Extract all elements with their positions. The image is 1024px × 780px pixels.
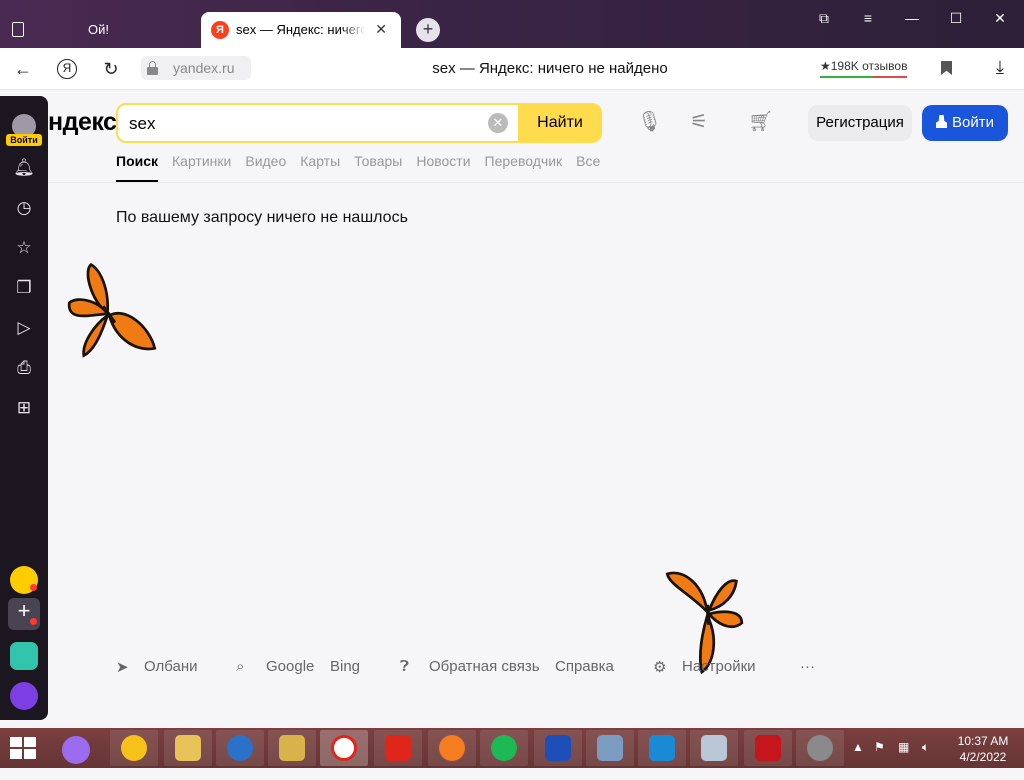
search-tabs: Поиск Картинки Видео Карты Товары Новост… bbox=[116, 153, 600, 183]
tab-maps[interactable]: Карты bbox=[300, 153, 340, 183]
search-input[interactable]: sex ✕ Найти bbox=[116, 103, 602, 143]
taskbar-app[interactable] bbox=[110, 730, 158, 766]
location-link[interactable]: Олбани bbox=[144, 658, 198, 675]
menu-icon[interactable]: ≡ bbox=[856, 6, 880, 30]
taskbar-filezilla[interactable] bbox=[744, 730, 792, 766]
page-title: sex — Яндекс: ничего не найдено bbox=[432, 60, 668, 77]
bookmark-icon[interactable] bbox=[941, 61, 952, 75]
clock-date: 4/2/2022 bbox=[959, 750, 1007, 764]
reload-button[interactable]: ↻ bbox=[98, 56, 124, 82]
tray-flag-icon[interactable]: ⚑ bbox=[874, 740, 885, 780]
url-field[interactable]: yandex.ru bbox=[141, 56, 251, 80]
alice-taskbar-icon[interactable] bbox=[62, 736, 90, 764]
taskbar-spotify[interactable] bbox=[480, 730, 528, 766]
taskbar-file-explorer[interactable] bbox=[164, 730, 212, 766]
tab-translator[interactable]: Переводчик bbox=[485, 153, 563, 183]
settings-link[interactable]: Настройки bbox=[682, 658, 756, 675]
feedback-link[interactable]: Обратная связь bbox=[429, 658, 540, 675]
address-bar: ← Я ↻ yandex.ru sex — Яндекс: ничего не … bbox=[0, 48, 1024, 90]
back-button[interactable]: ← bbox=[10, 56, 36, 82]
clear-icon[interactable]: ✕ bbox=[488, 113, 508, 133]
user-icon bbox=[936, 115, 947, 128]
taskbar-malwarebytes[interactable] bbox=[534, 730, 582, 766]
mail-app-icon[interactable] bbox=[10, 566, 38, 594]
help-link[interactable]: Справка bbox=[555, 658, 614, 675]
taskbar-firefox[interactable] bbox=[428, 730, 476, 766]
close-window-button[interactable]: ✕ bbox=[988, 6, 1012, 30]
taskbar-clock[interactable]: 10:37 AM 4/2/2022 bbox=[950, 733, 1016, 765]
tab-search[interactable]: Поиск bbox=[116, 153, 159, 182]
more-link[interactable]: ··· bbox=[800, 658, 815, 675]
butterfly-image bbox=[67, 262, 157, 358]
tab-title: sex — Яндекс: ничего не найдено bbox=[236, 22, 366, 37]
tab-yandex-search[interactable]: Я sex — Яндекс: ничего не найдено ✕ bbox=[201, 12, 401, 48]
browser-sidebar: Войти 🔔︎ ◷ ☆ ❐ ▷ ⎙ ⊞ + bbox=[0, 96, 48, 720]
taskbar-network-app[interactable] bbox=[586, 730, 634, 766]
tab-oops[interactable]: Ой! bbox=[0, 12, 200, 48]
tray-chevron-icon[interactable]: ▲ bbox=[852, 740, 864, 780]
collections-icon[interactable]: ❐ bbox=[12, 276, 36, 300]
lock-icon bbox=[147, 61, 158, 75]
alice-app-icon[interactable] bbox=[10, 682, 38, 710]
microphone-icon[interactable]: 🎙︎ bbox=[637, 110, 662, 134]
add-app-button[interactable]: + bbox=[8, 598, 40, 630]
divider bbox=[48, 182, 1024, 183]
yandex-logo[interactable]: ндекс bbox=[48, 108, 117, 137]
tab-products[interactable]: Товары bbox=[354, 153, 402, 183]
yandex-home-button[interactable]: Я bbox=[54, 56, 80, 82]
location-arrow-icon: ➤ bbox=[116, 659, 129, 676]
taskbar-yandex-browser[interactable] bbox=[320, 730, 368, 766]
yandex-favicon-icon: Я bbox=[211, 21, 229, 39]
register-button[interactable]: Регистрация bbox=[808, 105, 912, 141]
tab-title: Ой! bbox=[88, 22, 109, 37]
filters-icon[interactable]: ⚟ bbox=[687, 110, 711, 134]
windows-taskbar: ▲ ⚑ ▦ 🔈︎ 10:37 AM 4/2/2022 bbox=[0, 728, 1024, 768]
find-button[interactable]: Найти bbox=[518, 103, 602, 143]
download-icon[interactable]: ⤓ bbox=[990, 57, 1010, 77]
start-button[interactable] bbox=[10, 737, 36, 759]
maximize-button[interactable]: ☐ bbox=[944, 6, 968, 30]
messenger-app-icon[interactable] bbox=[10, 642, 38, 670]
bell-icon[interactable]: 🔔︎ bbox=[12, 156, 36, 180]
minimize-button[interactable]: — bbox=[900, 6, 924, 30]
yandex-circle-icon: Я bbox=[57, 59, 77, 79]
search-query: sex bbox=[129, 114, 156, 133]
clock-time: 10:37 AM bbox=[957, 734, 1009, 748]
star-icon[interactable]: ☆ bbox=[12, 236, 36, 260]
login-button[interactable]: Войти bbox=[922, 105, 1008, 141]
search-icon: ⌕ bbox=[236, 658, 245, 675]
tab-all[interactable]: Все bbox=[576, 153, 600, 183]
cart-icon[interactable]: 🛒︎ bbox=[748, 110, 773, 134]
taskbar-monitor-app[interactable] bbox=[690, 730, 738, 766]
tray-network-icon[interactable]: ▦ bbox=[898, 740, 909, 780]
reviews-link[interactable]: ★198K отзывов bbox=[820, 59, 908, 78]
taskbar-megaphone[interactable] bbox=[268, 730, 316, 766]
close-tab-icon[interactable]: ✕ bbox=[375, 21, 387, 38]
gear-icon: ⚙ bbox=[653, 659, 667, 676]
history-icon[interactable]: ◷ bbox=[12, 196, 36, 220]
apps-grid-icon[interactable]: ⊞ bbox=[12, 396, 36, 420]
tab-video[interactable]: Видео bbox=[245, 153, 286, 183]
no-results-message: По вашему запросу ничего не нашлось bbox=[116, 209, 408, 226]
tab-news[interactable]: Новости bbox=[416, 153, 470, 183]
page-icon bbox=[12, 22, 24, 37]
tab-images[interactable]: Картинки bbox=[172, 153, 231, 183]
collections-icon[interactable]: ⧉ bbox=[812, 6, 836, 30]
login-badge[interactable]: Войти bbox=[6, 134, 42, 146]
taskbar-thunderbird[interactable] bbox=[216, 730, 264, 766]
play-icon[interactable]: ▷ bbox=[12, 316, 36, 340]
taskbar-app-gray[interactable] bbox=[796, 730, 844, 766]
google-link[interactable]: Google bbox=[266, 658, 314, 675]
taskbar-yandex[interactable] bbox=[374, 730, 422, 766]
new-tab-button[interactable]: + bbox=[416, 18, 440, 42]
help-circle-icon: ❓︎ bbox=[400, 658, 410, 675]
tray-volume-icon[interactable]: 🔈︎ bbox=[922, 740, 929, 780]
screenshot-icon[interactable]: ⎙ bbox=[12, 356, 36, 380]
taskbar-vscode[interactable] bbox=[638, 730, 686, 766]
browser-titlebar: Ой! Я sex — Яндекс: ничего не найдено ✕ … bbox=[0, 0, 1024, 48]
bing-link[interactable]: Bing bbox=[330, 658, 360, 675]
url-text: yandex.ru bbox=[173, 60, 235, 76]
